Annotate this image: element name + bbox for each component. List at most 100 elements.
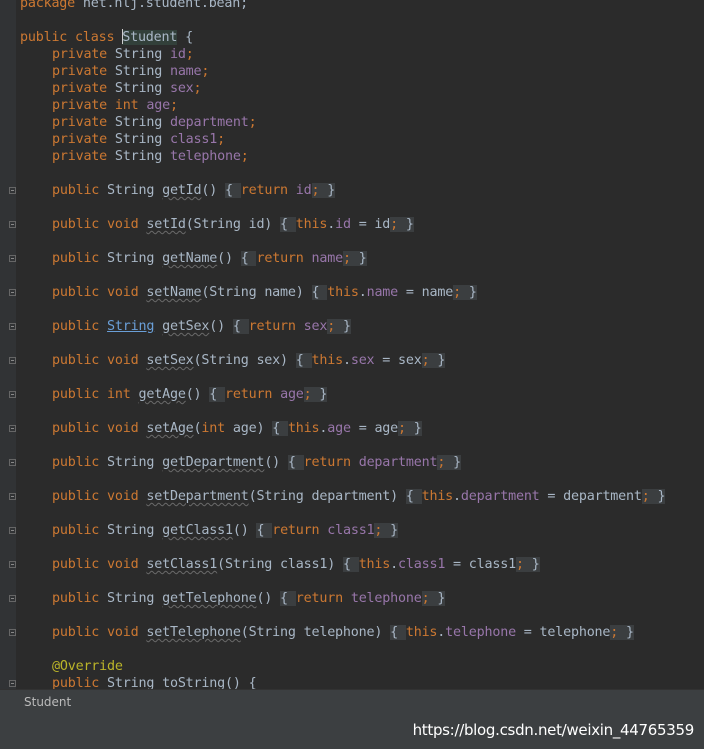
method-line-setDepartment[interactable]: public void setDepartment(String departm… xyxy=(52,488,666,505)
field-reference: name xyxy=(366,285,399,300)
method-params: () xyxy=(185,387,202,402)
field-declaration-line[interactable]: private String telephone; xyxy=(52,148,249,165)
param-type: int xyxy=(201,421,226,436)
method-params: () xyxy=(256,591,273,606)
field-modifier: private xyxy=(52,98,115,113)
method-name: setClass1 xyxy=(146,557,218,572)
method-line-getAge[interactable]: public int getAge() { return age; } xyxy=(52,386,327,403)
assignment: = age xyxy=(350,421,399,436)
field-declaration-line[interactable]: private String class1; xyxy=(52,131,225,148)
assignment: = name xyxy=(398,285,454,300)
field-reference: name xyxy=(311,251,344,266)
return-keyword: return xyxy=(303,455,359,470)
folded-close-brace: } xyxy=(618,625,634,640)
package-keyword: package xyxy=(20,0,76,11)
return-type: void xyxy=(107,557,139,572)
method-line-getDepartment[interactable]: public String getDepartment() { return d… xyxy=(52,454,461,471)
field-declaration-line[interactable]: private String department; xyxy=(52,114,257,131)
method-name: setName xyxy=(146,285,202,300)
field-declaration-line[interactable]: private String sex; xyxy=(52,80,202,97)
assignment: = id xyxy=(350,217,391,232)
class-modifiers: public class xyxy=(20,30,123,45)
dot: . xyxy=(390,557,399,572)
method-modifier: public xyxy=(52,676,108,689)
field-name: class1 xyxy=(169,132,218,147)
method-line-getTelephone[interactable]: public String getTelephone() { return te… xyxy=(52,590,445,607)
folded-close-brace: } xyxy=(311,387,328,402)
semicolon: ; xyxy=(185,47,194,62)
semicolon: ; xyxy=(303,387,312,402)
semicolon: ; xyxy=(641,489,650,504)
param-name: age) xyxy=(225,421,265,436)
method-line-setTelephone[interactable]: public void setTelephone(String telephon… xyxy=(52,624,634,641)
method-line-getSex[interactable]: public String getSex() { return sex; } xyxy=(52,318,351,335)
folded-open-brace: { xyxy=(256,523,273,538)
folded-close-brace: } xyxy=(445,455,461,470)
semicolon: ; xyxy=(453,285,461,300)
method-name: getTelephone xyxy=(162,591,257,606)
assignment: = department xyxy=(539,489,642,504)
semicolon: ; xyxy=(248,115,257,130)
semicolon: ; xyxy=(610,625,619,640)
this-keyword: this xyxy=(405,625,438,640)
method-line-getName[interactable]: public String getName() { return name; } xyxy=(52,250,367,267)
method-modifier: public xyxy=(52,251,108,266)
tostring-line[interactable]: public String toString() { xyxy=(52,675,257,689)
method-line-getId[interactable]: public String getId() { return id; } xyxy=(52,182,335,199)
field-type: String xyxy=(114,149,170,164)
return-type: String xyxy=(107,251,155,266)
field-name: telephone xyxy=(169,149,241,164)
method-modifier: public xyxy=(52,455,108,470)
field-type: String xyxy=(114,64,170,79)
return-type: String xyxy=(107,676,163,689)
return-type: String xyxy=(107,523,155,538)
field-declaration-line[interactable]: private String id; xyxy=(52,46,194,63)
method-params: (String sex) xyxy=(193,353,289,368)
field-declaration-line[interactable]: private String name; xyxy=(52,63,209,80)
method-line-setSex[interactable]: public void setSex(String sex) { this.se… xyxy=(52,352,445,369)
field-modifier: private xyxy=(52,149,115,164)
method-params: () xyxy=(201,183,218,198)
method-name: getSex xyxy=(162,319,210,334)
method-modifier: public xyxy=(52,557,108,572)
field-modifier: private xyxy=(52,81,115,96)
field-reference: sex xyxy=(303,319,328,334)
method-name: getAge xyxy=(138,387,186,402)
method-line-setAge[interactable]: public void setAge(int age) { this.age =… xyxy=(52,420,422,437)
this-keyword: this xyxy=(287,421,320,436)
field-declaration-line[interactable]: private int age; xyxy=(52,97,178,114)
semicolon: ; xyxy=(327,319,336,334)
folded-close-brace: } xyxy=(398,217,414,232)
folded-close-brace: } xyxy=(429,591,446,606)
dot: . xyxy=(358,285,367,300)
method-line-setId[interactable]: public void setId(String id) { this.id =… xyxy=(52,216,414,233)
semicolon: ; xyxy=(390,217,399,232)
method-line-getClass1[interactable]: public String getClass1() { return class… xyxy=(52,522,398,539)
class-declaration-line[interactable]: public class Student { xyxy=(20,28,193,46)
this-keyword: this xyxy=(327,285,359,300)
assignment: = sex xyxy=(374,353,422,368)
breadcrumb-class-name[interactable]: Student xyxy=(24,695,71,709)
method-line-setName[interactable]: public void setName(String name) { this.… xyxy=(52,284,477,301)
override-annotation-line[interactable]: @Override xyxy=(52,658,123,675)
package-line[interactable]: package net.hlj.student.bean; xyxy=(20,0,248,12)
folded-open-brace: { xyxy=(272,421,288,436)
method-params: () xyxy=(264,455,281,470)
method-line-setClass1[interactable]: public void setClass1(String class1) { t… xyxy=(52,556,540,573)
field-modifier: private xyxy=(52,132,115,147)
method-params: (String name) xyxy=(201,285,304,300)
code-editor[interactable]: package net.hlj.student.bean; public clas… xyxy=(0,0,704,689)
folded-open-brace: { xyxy=(280,217,296,232)
method-modifier: public xyxy=(52,523,108,538)
method-modifier: public xyxy=(52,387,108,402)
folded-close-brace: } xyxy=(350,251,367,266)
folded-open-brace: { xyxy=(287,455,304,470)
method-params: () xyxy=(217,251,233,266)
